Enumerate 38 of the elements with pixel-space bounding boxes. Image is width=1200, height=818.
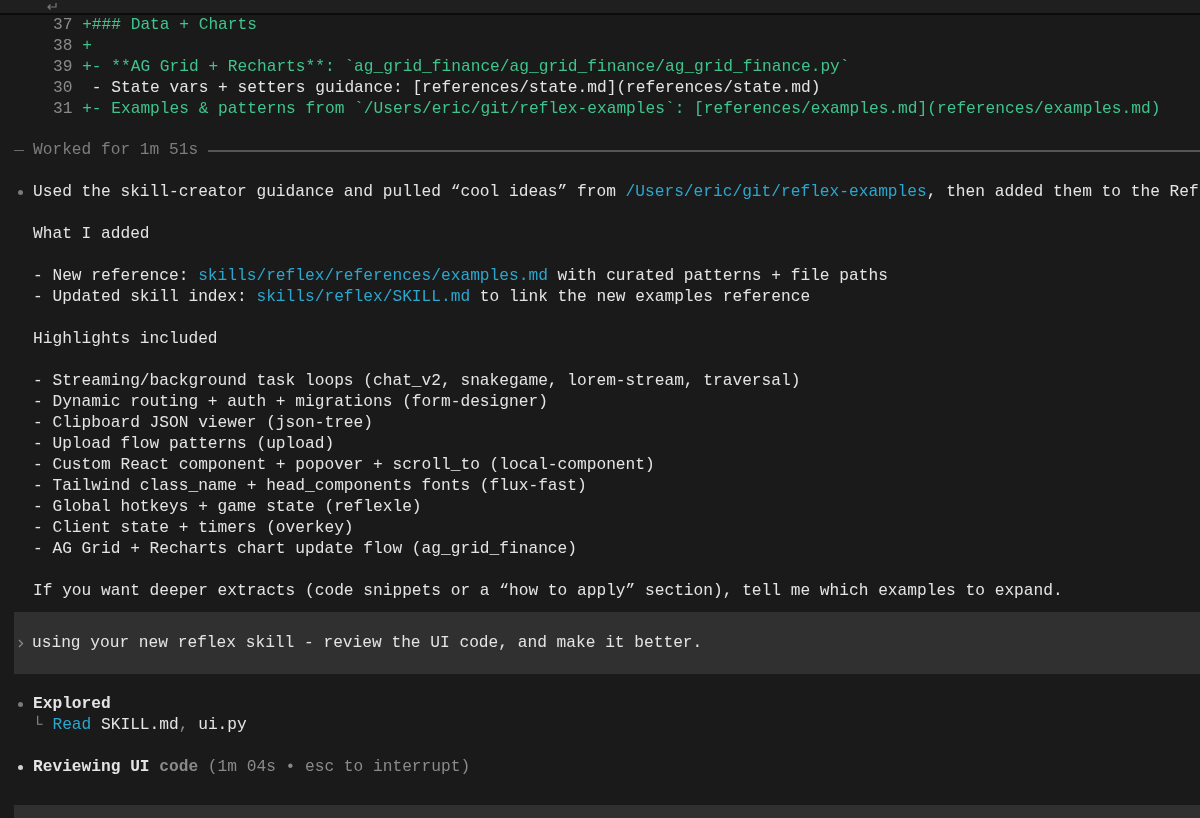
message-line: - Clipboard JSON viewer (json-tree) — [33, 413, 374, 434]
step-detail: └ Read SKILL.md, ui.py — [33, 715, 247, 736]
message-line: - Tailwind class_name + head_components fonts (flux-fast) — [33, 476, 588, 497]
message-line: - Client state + timers (overkey) — [33, 518, 355, 539]
message-line: - New reference: skills/reflex/references/examples.md with curated patterns + file paths — [33, 266, 889, 287]
diff-line: +- Examples & patterns from `/Users/eric/git/reflex-examples`: [references/examples.md](references/examples.md) — [82, 99, 1161, 120]
line-number: 30 — [53, 78, 73, 99]
message-line: What I added — [33, 224, 151, 245]
line-number: 31 — [53, 99, 73, 120]
line-number: 37 — [53, 15, 73, 36]
diff-line: +- **AG Grid + Recharts**: `ag_grid_finance/ag_grid_finance/ag_grid_finance.py` — [82, 57, 850, 78]
status-line: Reviewing UI code (1m 04s • esc to interrupt) — [33, 757, 471, 778]
elapsed-label: Worked for 1m 51s — [33, 140, 199, 161]
file-link[interactable]: skills/reflex/SKILL.md — [256, 288, 471, 306]
return-icon[interactable] — [46, 2, 58, 11]
diff-line: +### Data + Charts — [82, 15, 257, 36]
line-number: 38 — [53, 36, 73, 57]
line-number: 39 — [53, 57, 73, 78]
message-line: Highlights included — [33, 329, 219, 350]
message-line: - Upload flow patterns (upload) — [33, 434, 336, 455]
diff-line: + — [82, 36, 92, 57]
prompt-text: using your new reflex skill - review the UI code, and make it better. — [32, 632, 703, 654]
bullet-icon — [18, 702, 23, 707]
step-title: Explored — [33, 694, 112, 715]
message-line: - Streaming/background task loops (chat_v2, snakegame, lorem-stream, traversal) — [33, 371, 802, 392]
message-line: - AG Grid + Recharts chart update flow (ag_grid_finance) — [33, 539, 578, 560]
message-line: - Custom React component + popover + scroll_to (local-component) — [33, 455, 656, 476]
message-line: - Dynamic routing + auth + migrations (form-designer) — [33, 392, 549, 413]
file-link[interactable]: skills/reflex/references/examples.md — [198, 267, 548, 285]
bullet-icon — [18, 190, 23, 195]
bullet-icon — [18, 765, 23, 770]
message-line: If you want deeper extracts (code snippets or a “how to apply” section), tell me which examples to expand. — [33, 581, 1064, 602]
message-line: Used the skill-creator guidance and pulled “cool ideas” from /Users/eric/git/reflex-examples, then added them to the Ref — [33, 182, 1199, 203]
message-line: - Global hotkeys + game state (reflexle) — [33, 497, 423, 518]
file-link[interactable]: /Users/eric/git/reflex-examples — [625, 183, 927, 201]
diff-line: - State vars + setters guidance: [references/state.md](references/state.md) — [90, 78, 821, 99]
chevron-icon — [18, 638, 24, 648]
message-line: - Updated skill index: skills/reflex/SKILL.md to link the new examples reference — [33, 287, 812, 308]
